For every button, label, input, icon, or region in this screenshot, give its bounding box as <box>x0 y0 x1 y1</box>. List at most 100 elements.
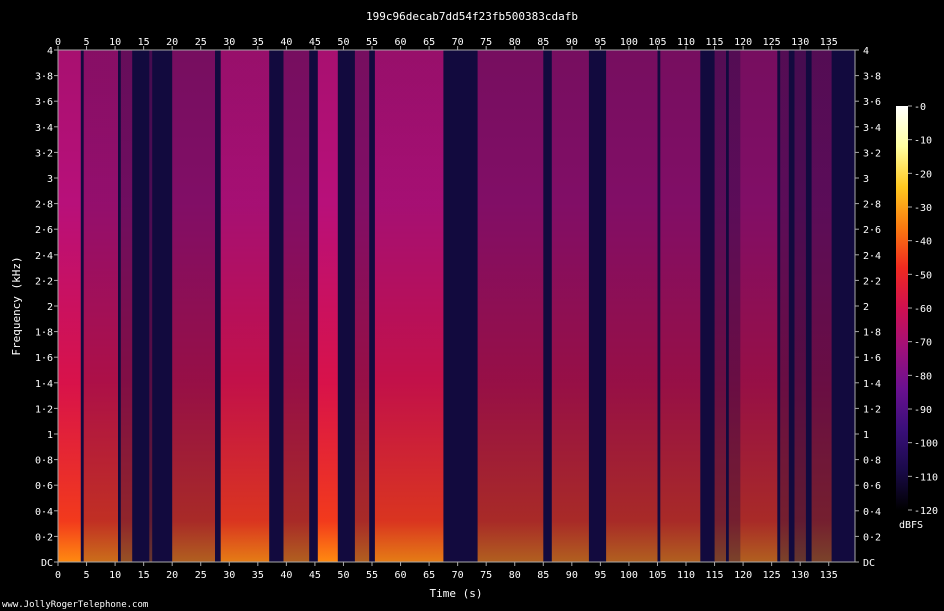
y-tick-left-label: 3·2 <box>35 148 53 159</box>
x-tick-bottom-label: 80 <box>509 570 521 581</box>
y-tick-left-label: 1·6 <box>35 353 53 364</box>
x-tick-bottom-label: 90 <box>566 570 578 581</box>
x-tick-top-label: 90 <box>566 37 578 48</box>
x-tick-top-label: 80 <box>509 37 521 48</box>
colorbar-tick-label: -0 <box>914 102 926 113</box>
x-tick-bottom-label: 20 <box>166 570 178 581</box>
x-tick-bottom-label: 10 <box>109 570 121 581</box>
x-tick-bottom-label: 85 <box>537 570 549 581</box>
x-tick-bottom-label: 100 <box>620 570 638 581</box>
x-tick-top-label: 20 <box>166 37 178 48</box>
colorbar-ticks: -0 -10 -20 -30 -40 -50 -60 -70 -80 -90 -100 -110 -12… <box>908 102 938 517</box>
y-tick-left-label: 2 <box>47 302 53 313</box>
colorbar-tick-label: -70 <box>914 338 932 349</box>
y-tick-right-label: 1·6 <box>863 353 881 364</box>
x-tick-bottom-label: 110 <box>677 570 695 581</box>
segment-10 <box>477 50 544 562</box>
x-tick-bottom-label: 0 <box>55 570 61 581</box>
x-tick-top-label: 60 <box>395 37 407 48</box>
y-tick-left-label: 0·6 <box>35 481 53 492</box>
y-ticks-left: DC 0·2 0·4 0·6 0·8 1 1·2 1·4 1·6 1·8 2 2·2 2·4 2·6 2·8… <box>35 46 58 569</box>
x-tick-top-label: 25 <box>195 37 207 48</box>
segment-14 <box>714 50 726 562</box>
colorbar-tick-label: -50 <box>914 270 932 281</box>
x-tick-bottom-label: 55 <box>366 570 378 581</box>
y-tick-right-label: DC <box>863 558 875 569</box>
colorbar-label: dBFS <box>899 520 923 531</box>
segment-19 <box>811 50 832 562</box>
y-tick-right-label: 2·8 <box>863 200 881 211</box>
y-tick-right-label: 1·2 <box>863 404 881 415</box>
x-tick-top-label: 95 <box>594 37 606 48</box>
segment-12 <box>606 50 658 562</box>
segment-8 <box>354 50 370 562</box>
colorbar-tick-label: -110 <box>914 472 938 483</box>
y-tick-left-label: 2·4 <box>35 251 53 262</box>
y-axis-label: Frequency (kHz) <box>10 256 23 355</box>
y-tick-left-label: 0·8 <box>35 456 53 467</box>
x-tick-top-label: 15 <box>138 37 150 48</box>
segment-15 <box>728 50 741 562</box>
x-tick-bottom-label: 65 <box>423 570 435 581</box>
colorbar-tick-label: -40 <box>914 237 932 248</box>
segment-16 <box>740 50 778 562</box>
y-tick-right-label: 1 <box>863 430 869 441</box>
x-tick-top-label: 35 <box>252 37 264 48</box>
x-tick-bottom-label: 45 <box>309 570 321 581</box>
y-tick-right-label: 2 <box>863 302 869 313</box>
x-tick-bottom-label: 135 <box>820 570 838 581</box>
y-tick-left-label: 0·4 <box>35 507 53 518</box>
x-tick-bottom-label: 70 <box>452 570 464 581</box>
x-tick-top-label: 85 <box>537 37 549 48</box>
x-tick-top-label: 55 <box>366 37 378 48</box>
x-tick-bottom-label: 95 <box>594 570 606 581</box>
colorbar-tick-label: -60 <box>914 304 932 315</box>
segment-3 <box>149 50 153 562</box>
y-tick-left-label: 1·4 <box>35 379 53 390</box>
y-tick-left-label: 2·8 <box>35 200 53 211</box>
y-tick-left-label: 1·8 <box>35 328 53 339</box>
x-tick-top-label: 100 <box>620 37 638 48</box>
segment-4 <box>172 50 215 562</box>
x-tick-bottom-label: 15 <box>138 570 150 581</box>
x-tick-bottom-label: 40 <box>280 570 292 581</box>
x-tick-top-label: 0 <box>55 37 61 48</box>
y-tick-left-label: 1 <box>47 430 53 441</box>
y-tick-right-label: 3·2 <box>863 148 881 159</box>
x-tick-top-label: 120 <box>734 37 752 48</box>
y-tick-left-label: 3 <box>47 174 53 185</box>
colorbar-tick-label: -10 <box>914 136 932 147</box>
x-tick-top-label: 115 <box>706 37 724 48</box>
colorbar-tick-label: -30 <box>914 203 932 214</box>
segment-5 <box>220 50 270 562</box>
x-tick-bottom-label: 115 <box>706 570 724 581</box>
segment-0 <box>58 50 81 562</box>
y-tick-right-label: 3 <box>863 174 869 185</box>
x-tick-top-label: 30 <box>223 37 235 48</box>
x-tick-bottom-label: 30 <box>223 570 235 581</box>
x-tick-bottom-label: 125 <box>763 570 781 581</box>
spectrogram-chart: 199c96decab7dd54f23fb500383cdafb 0 5 10 15 2… <box>2 10 938 610</box>
segment-13 <box>660 50 701 562</box>
x-tick-bottom-label: 50 <box>337 570 349 581</box>
x-tick-top-label: 45 <box>309 37 321 48</box>
x-ticks-top: 0 5 10 15 20 25 30 35 40 45 50 55 60 65 70 75 80 85 90 95 10… <box>55 37 838 50</box>
y-tick-right-label: 4 <box>863 46 869 57</box>
x-tick-bottom-label: 25 <box>195 570 207 581</box>
x-tick-top-label: 50 <box>337 37 349 48</box>
y-tick-right-label: 0·8 <box>863 456 881 467</box>
x-tick-bottom-label: 120 <box>734 570 752 581</box>
y-tick-right-label: 1·4 <box>863 379 881 390</box>
x-tick-top-label: 125 <box>763 37 781 48</box>
segment-17 <box>780 50 789 562</box>
segment-18 <box>794 50 806 562</box>
segment-1 <box>83 50 118 562</box>
y-tick-left-label: 1·2 <box>35 404 53 415</box>
x-ticks-bottom: 0 5 10 15 20 25 30 35 40 45 50 55 60 65 70 75 80 85 90 95 10… <box>55 562 838 581</box>
colorbar-tick-label: -20 <box>914 169 932 180</box>
y-tick-right-label: 3·8 <box>863 72 881 83</box>
y-tick-left-label: 4 <box>47 46 53 57</box>
colorbar-tick-label: -100 <box>914 439 938 450</box>
y-tick-left-label: 2·6 <box>35 225 53 236</box>
x-tick-bottom-label: 105 <box>648 570 666 581</box>
